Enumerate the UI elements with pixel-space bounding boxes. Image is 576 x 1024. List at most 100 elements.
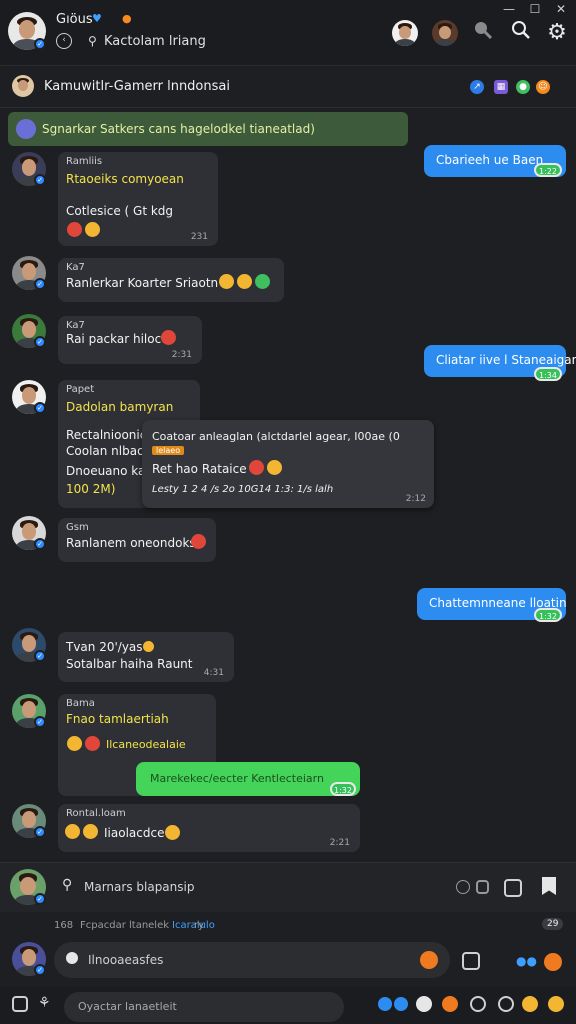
message-text: Rtaoeiks comyoean: [66, 172, 184, 186]
verified-icon: ✓: [34, 278, 46, 290]
verified-icon: ✓: [34, 538, 46, 550]
verified-icon: ✓: [34, 893, 46, 905]
sender-name: Bama: [66, 698, 95, 709]
message-preview-popup[interactable]: Coatoar anleaglan (alctdarlel agear, I00…: [142, 420, 434, 508]
popup-text: Coatoar anleaglan (alctdarlel agear, I00…: [152, 430, 400, 443]
message-time: 4:31: [203, 668, 224, 678]
message-text: Cliatar iive l Staneaigan: [436, 353, 576, 367]
sticker-icon[interactable]: [420, 951, 438, 969]
copy-icon[interactable]: [476, 880, 489, 894]
composer-placeholder[interactable]: Marnars blapansip: [84, 880, 194, 894]
wink-icon[interactable]: [522, 996, 538, 1012]
message-bubble[interactable]: Tvan 20'/yas Sotalbar haiha Raunt 4:31: [58, 632, 234, 682]
channel-avatar: [12, 75, 34, 97]
camera-icon[interactable]: [504, 879, 522, 897]
pinned-message[interactable]: Sgnarkar Satkers cans hagelodkel tianeat…: [8, 112, 408, 146]
reaction-icon[interactable]: ●●: [516, 954, 537, 968]
clock-icon[interactable]: [456, 880, 470, 894]
message-time: 2:31: [171, 350, 192, 360]
typing-text: Fcpacdar ltanelek: [80, 920, 170, 931]
emoji: [165, 825, 180, 840]
maximize-button[interactable]: ☐: [526, 2, 544, 16]
message-bubble[interactable]: Ka7 Ranlerkar Koarter Sriaotn: [58, 258, 284, 302]
message-bubble[interactable]: Gsm Ranlanem oneondoks: [58, 518, 216, 562]
link-icon[interactable]: ⚘: [38, 995, 51, 1011]
message-text: Rectalnioonic: [66, 428, 147, 442]
minimize-button[interactable]: —: [500, 2, 518, 16]
highlighted-message[interactable]: Marekekec/eecter Kentlecteiarn: [136, 762, 360, 796]
message-text: Iiaolacdce: [104, 826, 165, 840]
sender-name: Gsm: [66, 522, 89, 533]
sender-name: Papet: [66, 384, 95, 395]
refresh-icon[interactable]: [470, 996, 486, 1012]
gear-icon[interactable]: ⚙: [544, 20, 570, 46]
message-input[interactable]: Ilnooaeasfes: [54, 942, 450, 978]
user-avatar-1[interactable]: [392, 20, 418, 46]
message-bubble[interactable]: Ramliis Rtaoeiks comyoean Cotlesice ( Gt…: [58, 152, 218, 246]
message-text: Ilcaneodealaie: [106, 738, 186, 751]
read-receipt: 1:32: [534, 608, 562, 622]
user-avatar-2[interactable]: [432, 20, 458, 46]
unread-badge[interactable]: 29: [542, 918, 564, 930]
audio-icon[interactable]: [378, 997, 392, 1011]
verified-icon: ✓: [34, 826, 46, 838]
bookmark-icon[interactable]: [542, 877, 556, 895]
message-text: Marekekec/eecter Kentlecteiarn: [150, 772, 324, 785]
emoji-icon[interactable]: ☺: [536, 80, 550, 94]
back-icon[interactable]: ‹: [56, 33, 72, 49]
media-icon[interactable]: ▦: [494, 80, 508, 94]
message-text: Dadolan bamyran: [66, 400, 174, 414]
online-icon[interactable]: ●: [516, 80, 530, 94]
zoom-icon[interactable]: [470, 20, 496, 46]
message-bubble[interactable]: Rontal.loam Iiaolacdce 2:21: [58, 804, 360, 852]
emoji-picker-icon[interactable]: [544, 953, 562, 971]
close-button[interactable]: ✕: [552, 2, 570, 16]
pin-icon[interactable]: ↗: [470, 80, 484, 94]
channel-header: Kamuwitlr-Gamerr lnndonsai ↗ ▦ ● ☺: [0, 66, 576, 108]
message-text: Cbarieeh ue Baen: [436, 153, 544, 167]
message-text: 100 2M): [66, 482, 116, 496]
emoji-row: [158, 330, 176, 345]
wrench-icon: ⚲: [62, 877, 73, 893]
message-text: Coolan nlbao: [66, 444, 145, 458]
channel-title: Kamuwitlr-Gamerr lnndonsai: [44, 79, 230, 94]
sender-name: Ka7: [66, 320, 85, 331]
message-time: 2:21: [329, 838, 350, 848]
typing-suffix: ry: [194, 920, 205, 931]
smile-icon[interactable]: [498, 996, 514, 1012]
sender-name: Ka7: [66, 262, 85, 273]
message-bubble[interactable]: Ka7 Rai packar hiloce 2:31: [58, 316, 202, 364]
message-text: Ranlerkar Koarter Sriaotn: [66, 276, 219, 290]
fire-icon[interactable]: [442, 996, 458, 1012]
gallery-icon[interactable]: [462, 952, 480, 970]
emoji-row: [64, 736, 100, 751]
message-text: Fnao tamlaertiah: [66, 712, 169, 726]
verified-icon: ✓: [34, 402, 46, 414]
verified-icon: ✓: [34, 174, 46, 186]
layout-icon[interactable]: [12, 996, 28, 1012]
message-text: Ranlanem oneondoks: [66, 536, 196, 550]
alert-icon[interactable]: [416, 996, 432, 1012]
message-text: Cotlesice ( Gt kdg: [66, 204, 174, 218]
typing-indicator: 168 Fcpacdar ltanelek Icaralulo ry 29: [0, 912, 576, 940]
verified-icon: ✓: [34, 716, 46, 728]
search-icon[interactable]: [508, 20, 534, 46]
emoji-row: [62, 824, 98, 839]
sender-name: Rontal.loam: [66, 808, 126, 819]
laugh-icon[interactable]: [548, 996, 564, 1012]
read-receipt: 1:32: [330, 782, 356, 796]
read-receipt: 1:34: [534, 367, 562, 381]
bottom-search[interactable]: Oyactar lanaetleit: [64, 992, 344, 1022]
popup-tag: lelaeo: [152, 446, 185, 455]
pinned-avatar: [16, 119, 36, 139]
verified-icon: ✓: [34, 650, 46, 662]
channel-subtitle: Kactolam lriang: [104, 34, 206, 49]
popup-text: Ret hao Rataice: [152, 462, 247, 476]
attach-icon[interactable]: [66, 952, 78, 964]
message-input-placeholder: Ilnooaeasfes: [88, 953, 164, 967]
bottom-search-placeholder: Oyactar lanaetleit: [78, 1000, 177, 1013]
orange-badge-icon: ●: [122, 12, 132, 25]
verified-icon: ✓: [34, 38, 46, 50]
video-icon[interactable]: [394, 997, 408, 1011]
emoji-row: [246, 460, 282, 475]
